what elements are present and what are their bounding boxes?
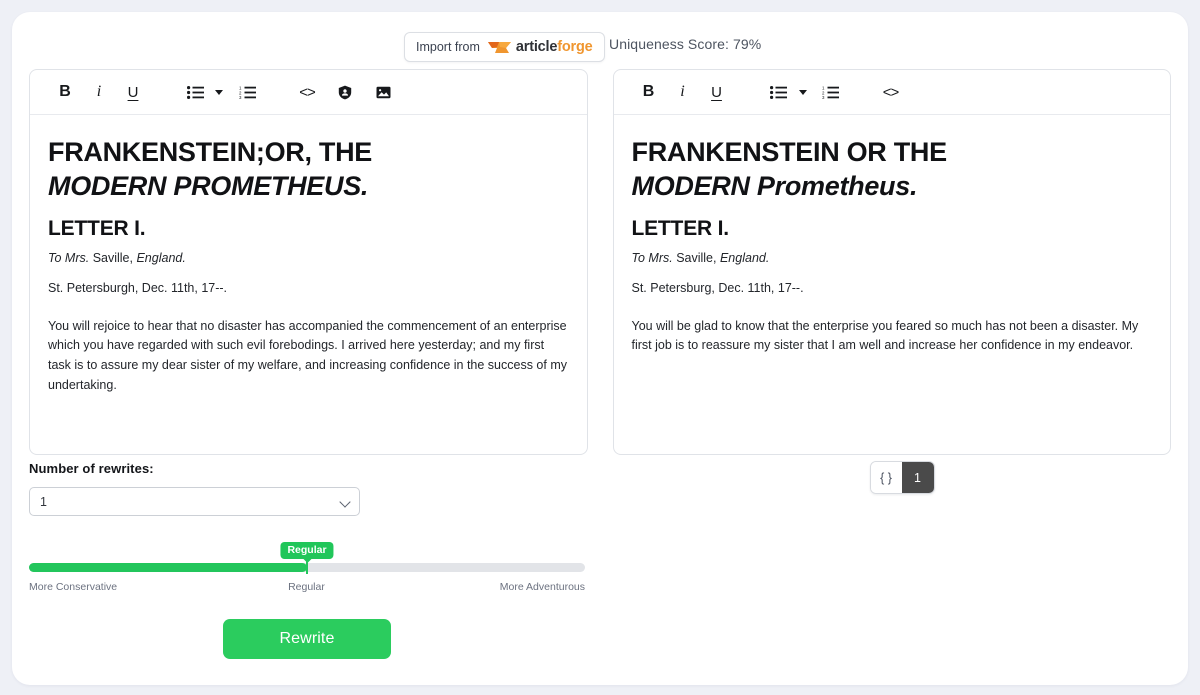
doc-dateline: St. Petersburgh, Dec. 11th, 17--.	[48, 281, 569, 295]
underline-button[interactable]: U	[116, 77, 150, 107]
pager-page-1[interactable]: 1	[902, 462, 934, 493]
chevron-down-icon	[799, 90, 807, 95]
bullet-list-icon	[187, 86, 204, 99]
pager-braces-button[interactable]: { }	[871, 462, 902, 493]
svg-text:3: 3	[822, 95, 825, 99]
doc-heading: LETTER I.	[632, 217, 1153, 241]
doc-heading: LETTER I.	[48, 217, 569, 241]
slider-filled-track	[29, 563, 307, 572]
number-of-rewrites-select[interactable]: 1	[29, 487, 360, 516]
slider-label-min: More Conservative	[29, 581, 117, 593]
code-button[interactable]: <>	[290, 77, 324, 107]
logo-word-article: articleforge	[516, 39, 593, 55]
doc-body-paragraph: You will rejoice to hear that no disaste…	[48, 317, 569, 396]
rewrite-pager: { } 1	[624, 461, 1180, 494]
bullet-list-button[interactable]	[762, 77, 796, 107]
rewrite-controls: Number of rewrites: 1 Regular More Conse…	[29, 461, 585, 593]
numbered-list-button[interactable]: 1 2 3	[230, 77, 264, 107]
italic-button[interactable]: i	[82, 77, 116, 107]
bold-button[interactable]: B	[632, 77, 666, 107]
rewrite-button-wrap: Rewrite	[29, 619, 585, 659]
bullet-list-button[interactable]	[178, 77, 212, 107]
uniqueness-score: Uniqueness Score: 79%	[609, 36, 761, 52]
shield-icon	[338, 85, 352, 100]
slider-thumb[interactable]	[306, 561, 308, 574]
number-of-rewrites-label: Number of rewrites:	[29, 461, 585, 476]
pager-group: { } 1	[870, 461, 935, 494]
number-of-rewrites-select-wrap: 1	[29, 487, 360, 516]
creativity-slider-track[interactable]	[29, 563, 585, 572]
doc-salutation: To Mrs. Saville, England.	[632, 251, 1153, 265]
rewrite-button[interactable]: Rewrite	[223, 619, 391, 659]
svg-text:3: 3	[239, 95, 242, 99]
chevron-down-icon	[215, 90, 223, 95]
doc-title-line-1: FRANKENSTEIN;OR, THE	[48, 137, 569, 169]
doc-title-line-1: FRANKENSTEIN OR THE	[632, 137, 1153, 169]
slider-label-mid: Regular	[288, 581, 325, 593]
numbered-list-icon: 1 2 3	[239, 86, 256, 99]
editors-row: B i U 1 2	[12, 69, 1188, 455]
anvil-icon	[487, 38, 513, 56]
code-button[interactable]: <>	[874, 77, 908, 107]
doc-title-line-2: MODERN PROMETHEUS.	[48, 171, 569, 203]
page-background: Import from articleforge Uniqueness Scor…	[0, 0, 1200, 695]
underline-button[interactable]: U	[700, 77, 734, 107]
rewritten-editor-toolbar: B i U 1 2	[614, 70, 1171, 115]
slider-tick-labels: More Conservative Regular More Adventuro…	[29, 581, 585, 593]
doc-title-line-2: MODERN Prometheus.	[632, 171, 1153, 203]
source-editor-panel: B i U 1 2	[29, 69, 588, 455]
top-bar: Import from articleforge Uniqueness Scor…	[12, 32, 1188, 66]
numbered-list-button[interactable]: 1 2 3	[814, 77, 848, 107]
numbered-list-icon: 1 2 3	[822, 86, 839, 99]
import-label: Import from	[416, 40, 480, 54]
bullet-list-dropdown[interactable]	[212, 77, 226, 107]
slider-value-tooltip: Regular	[280, 542, 333, 559]
creativity-slider-area: Regular More Conservative Regular More A…	[29, 563, 585, 593]
rewritten-document[interactable]: FRANKENSTEIN OR THE MODERN Prometheus. L…	[614, 115, 1171, 454]
source-editor-toolbar: B i U 1 2	[30, 70, 587, 115]
doc-salutation: To Mrs. Saville, England.	[48, 251, 569, 265]
image-icon	[376, 86, 391, 99]
doc-body-paragraph: You will be glad to know that the enterp…	[632, 317, 1153, 357]
image-button[interactable]	[366, 77, 400, 107]
bullet-list-icon	[770, 86, 787, 99]
articleforge-logo: articleforge	[487, 38, 593, 56]
rewritten-editor-panel: B i U 1 2	[613, 69, 1172, 455]
italic-button[interactable]: i	[666, 77, 700, 107]
shield-button[interactable]	[328, 77, 362, 107]
bullet-list-dropdown[interactable]	[796, 77, 810, 107]
main-card: Import from articleforge Uniqueness Scor…	[12, 12, 1188, 685]
import-from-articleforge-button[interactable]: Import from articleforge	[404, 32, 605, 62]
bold-button[interactable]: B	[48, 77, 82, 107]
source-document[interactable]: FRANKENSTEIN;OR, THE MODERN PROMETHEUS. …	[30, 115, 587, 454]
doc-dateline: St. Petersburg, Dec. 11th, 17--.	[632, 281, 1153, 295]
slider-label-max: More Adventurous	[500, 581, 585, 593]
